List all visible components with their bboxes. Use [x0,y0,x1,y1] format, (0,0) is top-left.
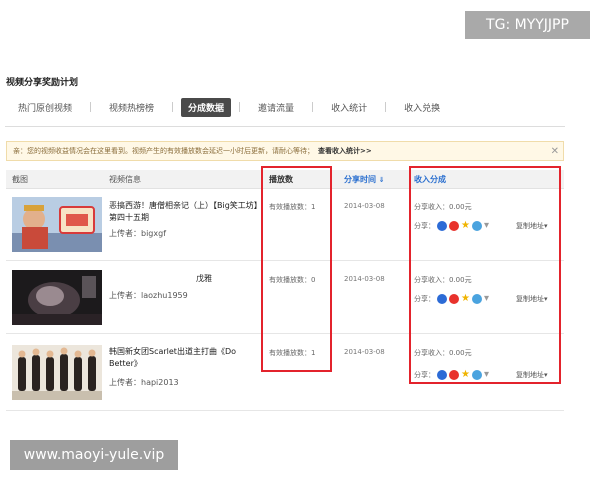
copy-link-button[interactable]: 复制地址▾ [516,221,548,231]
uploader-text: 上传者：bigxgf [109,229,167,238]
thumbnail-image [12,270,102,325]
valid-plays: 有效播放数：1 [269,203,316,211]
share-date: 2014-03-08 [344,202,385,210]
table-row: 戊雅 上传者：laozhu1959 有效播放数：0 2014-03-08 分享收… [6,261,564,334]
notice-bar: 亲：您的视频收益情况会在这里看到。视频产生的有效播放数会延迟一小时后更新，请耐心… [6,141,564,161]
tab-bar: 热门原创视频 视频热榜榜 分成数据 邀请流量 收入统计 收入兑换 [8,96,568,118]
notice-text: 亲：您的视频收益情况会在这里看到。视频产生的有效播放数会延迟一小时后更新，请耐心… [13,147,314,155]
uploader-text: 上传者：laozhu1959 [109,291,188,300]
share-weibo-icon[interactable] [449,294,459,304]
header-share-time-label: 分享时间 [344,175,376,184]
tab-hot-original[interactable]: 热门原创视频 [8,101,82,114]
share-weibo-icon[interactable] [449,370,459,380]
share-qzone-icon[interactable] [471,294,482,304]
valid-plays: 有效播放数：0 [269,276,316,284]
share-label: 分享： [414,222,435,230]
table-row: 韩国新女团Scarlet出道主打曲《Do Better》 上传者：hapi201… [6,334,564,411]
share-renren-icon[interactable] [437,294,447,304]
tab-divider [312,102,314,112]
table-header: 截图 视频信息 播放数 分享时间 ⇓ 收入分成 [6,170,564,189]
share-weibo-icon[interactable] [449,221,459,231]
video-title-link[interactable]: 韩国新女团Scarlet出道主打曲《Do Better》 [109,346,261,370]
tab-divider [90,102,92,112]
share-date: 2014-03-08 [344,275,385,283]
video-title-link[interactable]: 恶搞西游！唐僧相亲记（上）【Big笑工坊】第四十五期 [109,200,261,224]
share-label: 分享： [414,371,435,379]
share-renren-icon[interactable] [437,370,447,380]
share-income: 分享收入：0.00元 [414,276,472,284]
share-icons: 分享： ★ ▾ [414,221,489,231]
share-income: 分享收入：0.00元 [414,349,472,357]
thumbnail-image [12,197,102,252]
thumbnail-image [12,345,102,400]
sort-down-icon[interactable]: ⇓ [379,176,385,184]
share-date: 2014-03-08 [344,348,385,356]
tab-income-stats[interactable]: 收入统计 [321,101,377,114]
header-thumb: 截图 [12,175,28,184]
share-icons: 分享： ★ ▾ [414,294,489,304]
tab-divider [385,102,387,112]
share-renren-icon[interactable] [437,221,447,231]
share-more-icon[interactable]: ▾ [484,221,489,231]
share-qzone-icon[interactable] [471,221,482,231]
page-title: 视频分享奖励计划 [6,78,79,88]
tab-invite-traffic[interactable]: 邀请流量 [248,101,304,114]
tab-divider [172,102,174,112]
header-plays: 播放数 [269,175,293,184]
share-favorite-icon[interactable]: ★ [461,221,470,231]
header-income-share: 收入分成 [414,175,446,184]
tab-share-data[interactable]: 分成数据 [181,97,232,117]
tab-income-exchange[interactable]: 收入兑换 [394,101,450,114]
table-row: 恶搞西游！唐僧相亲记（上）【Big笑工坊】第四十五期 上传者：bigxgf 有效… [6,188,564,261]
share-icons: 分享： ★ ▾ [414,370,489,380]
watermark-top: TG: MYYJJPP [465,11,590,39]
video-thumbnail[interactable] [12,197,102,252]
close-icon[interactable]: ✕ [551,146,559,157]
view-income-stats-link[interactable]: 查看收入统计>> [318,146,372,156]
valid-plays: 有效播放数：1 [269,349,316,357]
share-income: 分享收入：0.00元 [414,203,472,211]
header-video-info: 视频信息 [109,175,141,184]
video-thumbnail[interactable] [12,270,102,325]
tabs-divider-line [5,126,565,127]
video-thumbnail[interactable] [12,345,102,400]
copy-link-button[interactable]: 复制地址▾ [516,370,548,380]
header-share-time[interactable]: 分享时间 ⇓ [344,174,385,185]
uploader-text: 上传者：hapi2013 [109,378,179,387]
share-favorite-icon[interactable]: ★ [461,294,470,304]
share-label: 分享： [414,295,435,303]
share-more-icon[interactable]: ▾ [484,370,489,380]
share-more-icon[interactable]: ▾ [484,294,489,304]
tab-video-ranking[interactable]: 视频热榜榜 [99,101,164,114]
copy-link-button[interactable]: 复制地址▾ [516,294,548,304]
tab-divider [239,102,241,112]
watermark-bottom: www.maoyi-yule.vip [10,440,178,470]
share-qzone-icon[interactable] [471,370,482,380]
share-favorite-icon[interactable]: ★ [461,370,470,380]
